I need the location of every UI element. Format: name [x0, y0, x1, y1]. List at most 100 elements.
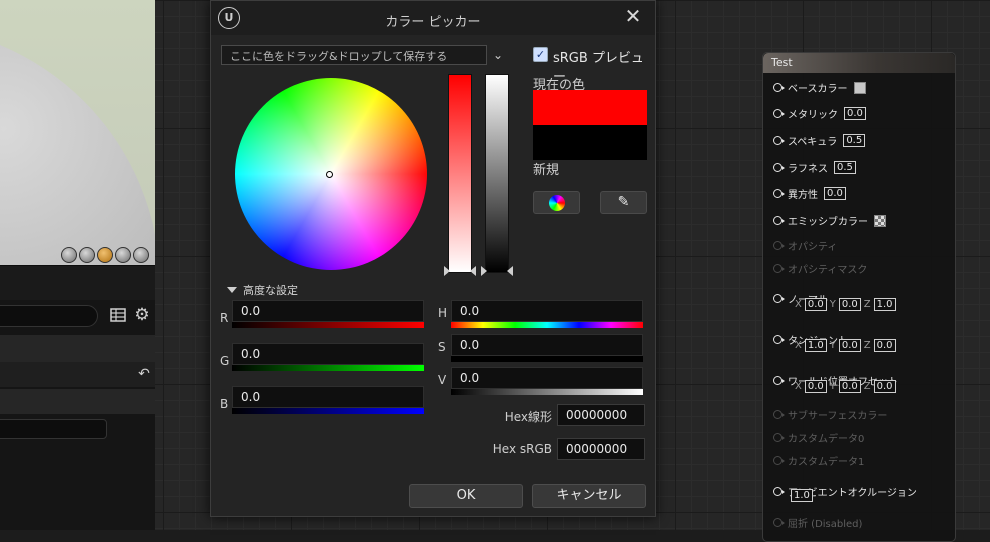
preview-sphere: [0, 25, 155, 265]
pin-label: オパシティマスク: [788, 265, 868, 276]
pin-base-color[interactable]: ベースカラー: [773, 80, 866, 95]
pin-label: カスタムデータ1: [788, 457, 865, 468]
color-wheel-icon: [549, 195, 565, 211]
input-pin-icon[interactable]: [773, 189, 785, 198]
cylinder-preview-icon[interactable]: [61, 247, 77, 263]
input-pin-icon[interactable]: [773, 335, 785, 344]
input-pin-icon[interactable]: [773, 83, 785, 92]
tangent-x-value[interactable]: 1.0: [804, 339, 827, 352]
dialog-title-bar[interactable]: U カラー ピッカー ✕: [211, 1, 655, 35]
gear-icon[interactable]: ⚙: [133, 306, 151, 324]
cube-preview-icon[interactable]: [115, 247, 131, 263]
advanced-settings-toggle[interactable]: 高度な設定: [227, 282, 298, 298]
hue-input[interactable]: 0.0: [451, 300, 643, 322]
blue-gradient-slider[interactable]: [232, 408, 424, 414]
pin-value[interactable]: 0.5: [843, 134, 866, 147]
input-pin-icon[interactable]: [773, 136, 785, 145]
base-color-swatch[interactable]: [853, 81, 866, 94]
value-slider-handle[interactable]: [481, 266, 487, 276]
axis-z-label: Z: [863, 299, 871, 310]
cancel-button[interactable]: キャンセル: [532, 484, 646, 508]
pin-label: メタリック: [788, 110, 838, 121]
pin-metallic[interactable]: メタリック 0.0: [773, 106, 866, 121]
pin-specular[interactable]: スペキュラ 0.5: [773, 133, 866, 148]
input-pin-icon[interactable]: [773, 109, 785, 118]
details-value-field[interactable]: [0, 419, 107, 439]
value-input[interactable]: 0.0: [451, 367, 643, 389]
normal-z-value[interactable]: 1.0: [873, 298, 896, 311]
material-result-node[interactable]: Test ベースカラー メタリック 0.0 スペキュラ 0.5 ラフネス 0.5…: [762, 52, 956, 542]
pin-opacity: オパシティ: [773, 238, 837, 253]
normal-y-value[interactable]: 0.0: [838, 298, 861, 311]
pin-opacity-mask: オパシティマスク: [773, 261, 867, 276]
pin-label: 屈折 (Disabled): [788, 519, 863, 530]
ao-value[interactable]: 1.0: [791, 489, 813, 502]
teapot-preview-icon[interactable]: [133, 247, 149, 263]
pin-custom-data-0: カスタムデータ0: [773, 430, 864, 445]
tangent-y-value[interactable]: 0.0: [838, 339, 861, 352]
wpo-y-value[interactable]: 0.0: [838, 380, 861, 393]
preview-shape-toolbar: [61, 247, 149, 263]
pin-roughness[interactable]: ラフネス 0.5: [773, 160, 856, 175]
ok-button[interactable]: OK: [409, 484, 523, 508]
ao-value-row: 1.0: [791, 489, 813, 502]
material-preview-viewport[interactable]: [0, 0, 155, 265]
pin-value[interactable]: 0.5: [834, 161, 856, 174]
pin-label: カスタムデータ0: [788, 434, 865, 445]
red-gradient-slider[interactable]: [232, 322, 424, 328]
close-button[interactable]: ✕: [623, 5, 643, 27]
color-wheel-cursor[interactable]: [326, 171, 333, 178]
eyedropper-button[interactable]: ✎: [600, 191, 647, 214]
details-category-row[interactable]: [0, 389, 155, 414]
hue-label: H: [438, 306, 448, 320]
saturation-input[interactable]: 0.0: [451, 334, 643, 356]
saturation-slider-handle[interactable]: [444, 266, 450, 276]
hex-srgb-input[interactable]: 00000000: [557, 438, 645, 460]
color-wheel-mode-button[interactable]: [533, 191, 580, 214]
wpo-x-value[interactable]: 0.0: [804, 380, 827, 393]
wpo-z-value[interactable]: 0.0: [873, 380, 896, 393]
pin-value[interactable]: 0.0: [844, 107, 866, 120]
red-input[interactable]: 0.0: [232, 300, 424, 322]
input-pin-icon[interactable]: [773, 216, 785, 225]
pin-refraction: 屈折 (Disabled): [773, 515, 862, 530]
details-search-input[interactable]: [0, 305, 98, 327]
input-pin-icon: [773, 264, 785, 273]
green-input[interactable]: 0.0: [232, 343, 424, 365]
saturation-slider-handle[interactable]: [470, 266, 476, 276]
pin-value[interactable]: 0.0: [824, 187, 846, 200]
emissive-color-swatch[interactable]: [874, 214, 886, 227]
value-gradient-slider[interactable]: [451, 389, 643, 395]
saturation-gradient-slider[interactable]: [451, 356, 643, 362]
input-pin-icon[interactable]: [773, 163, 785, 172]
input-pin-icon[interactable]: [773, 487, 785, 496]
plane-preview-icon[interactable]: [97, 247, 113, 263]
details-category-row[interactable]: [0, 335, 155, 362]
chevron-down-icon[interactable]: ⌄: [493, 45, 507, 65]
pin-anisotropy[interactable]: 異方性 0.0: [773, 186, 846, 201]
value-slider[interactable]: [485, 74, 509, 273]
pin-emissive-color[interactable]: エミッシブカラー: [773, 213, 886, 228]
advanced-settings-label: 高度な設定: [243, 284, 298, 297]
input-pin-icon: [773, 241, 785, 250]
axis-z-label: Z: [863, 381, 871, 392]
value-slider-handle[interactable]: [507, 266, 513, 276]
blue-input[interactable]: 0.0: [232, 386, 424, 408]
green-gradient-slider[interactable]: [232, 365, 424, 371]
input-pin-icon[interactable]: [773, 294, 785, 303]
input-pin-icon[interactable]: [773, 376, 785, 385]
pin-subsurface-color: サブサーフェスカラー: [773, 407, 887, 422]
tangent-z-value[interactable]: 0.0: [873, 339, 896, 352]
srgb-preview-checkbox[interactable]: ✓: [533, 47, 548, 62]
details-toolbar: [0, 265, 155, 300]
sphere-preview-icon[interactable]: [79, 247, 95, 263]
table-view-icon[interactable]: [110, 307, 126, 323]
pin-label: サブサーフェスカラー: [788, 411, 888, 422]
saturation-slider[interactable]: [448, 74, 472, 273]
hue-gradient-slider[interactable]: [451, 322, 643, 328]
reset-undo-icon[interactable]: ↶: [136, 366, 152, 382]
color-theme-drop-area[interactable]: ここに色をドラッグ&ドロップして保存する: [221, 45, 487, 65]
normal-x-value[interactable]: 0.0: [804, 298, 827, 311]
hex-linear-input[interactable]: 00000000: [557, 404, 645, 426]
axis-z-label: Z: [863, 340, 871, 351]
